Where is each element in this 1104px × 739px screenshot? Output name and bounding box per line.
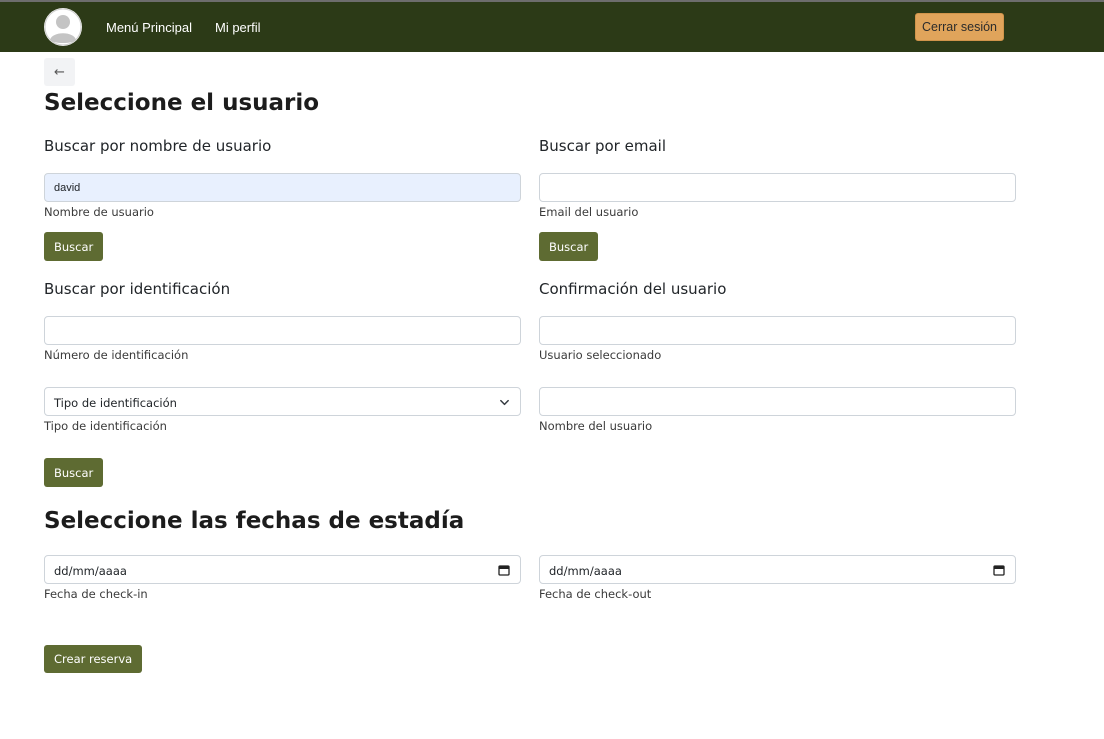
email-search-heading: Buscar por email bbox=[539, 137, 666, 155]
top-navbar: Menú Principal Mi perfil Cerrar sesión bbox=[0, 2, 1104, 52]
checkin-date-input[interactable]: dd/mm/aaaa bbox=[44, 555, 521, 584]
checkin-date-label: Fecha de check-in bbox=[44, 587, 148, 601]
logout-button[interactable]: Cerrar sesión bbox=[915, 13, 1004, 41]
nav-mi-perfil[interactable]: Mi perfil bbox=[215, 20, 261, 35]
user-name-label: Nombre del usuario bbox=[539, 419, 653, 433]
email-input[interactable] bbox=[539, 173, 1016, 202]
user-section-title: Seleccione el usuario bbox=[44, 90, 320, 116]
id-type-label: Tipo de identificación bbox=[44, 419, 167, 433]
username-search-heading: Buscar por nombre de usuario bbox=[44, 137, 272, 155]
user-avatar[interactable] bbox=[44, 8, 82, 46]
id-search-heading: Buscar por identificación bbox=[44, 280, 231, 298]
checkout-date-label: Fecha de check-out bbox=[539, 587, 652, 601]
id-number-label: Número de identificación bbox=[44, 348, 189, 362]
username-input[interactable] bbox=[44, 173, 521, 202]
id-search-button[interactable]: Buscar bbox=[44, 458, 104, 487]
checkout-date-input[interactable]: dd/mm/aaaa bbox=[539, 555, 1016, 584]
create-reservation-button[interactable]: Crear reserva bbox=[44, 645, 143, 673]
avatar-icon bbox=[44, 8, 82, 46]
email-input-label: Email del usuario bbox=[539, 205, 639, 219]
id-number-input[interactable] bbox=[44, 316, 521, 345]
nav-menu-principal[interactable]: Menú Principal bbox=[106, 20, 192, 35]
calendar-icon[interactable] bbox=[498, 564, 510, 576]
arrow-left-icon: ← bbox=[54, 64, 65, 80]
username-input-label: Nombre de usuario bbox=[44, 205, 154, 219]
checkin-date-placeholder: dd/mm/aaaa bbox=[54, 564, 127, 578]
chevron-down-icon bbox=[500, 399, 509, 406]
email-search-button[interactable]: Buscar bbox=[539, 232, 599, 261]
id-type-select[interactable]: Tipo de identificación bbox=[44, 387, 521, 416]
selected-user-field[interactable] bbox=[539, 316, 1016, 345]
id-type-selected-value: Tipo de identificación bbox=[54, 396, 177, 410]
username-search-button[interactable]: Buscar bbox=[44, 232, 104, 261]
calendar-icon[interactable] bbox=[993, 564, 1005, 576]
back-button[interactable]: ← bbox=[44, 58, 75, 86]
selected-user-label: Usuario seleccionado bbox=[539, 348, 662, 362]
checkout-date-placeholder: dd/mm/aaaa bbox=[549, 564, 622, 578]
user-name-field[interactable] bbox=[539, 387, 1016, 416]
dates-section-title: Seleccione las fechas de estadía bbox=[44, 508, 465, 534]
confirmation-heading: Confirmación del usuario bbox=[539, 280, 727, 298]
